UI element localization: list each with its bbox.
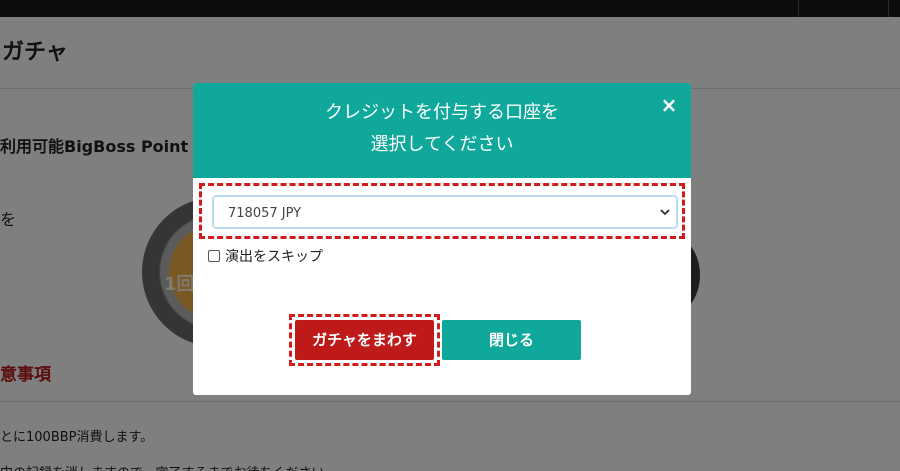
spin-gacha-button[interactable]: ガチャをまわす xyxy=(295,320,434,360)
modal-header: クレジットを付与する口座を 選択してください × xyxy=(193,83,691,178)
skip-animation-label: 演出をスキップ xyxy=(225,249,323,265)
spin-highlight: ガチャをまわす xyxy=(289,314,440,366)
modal-title: クレジットを付与する口座を 選択してください xyxy=(223,97,661,161)
skip-animation-checkbox[interactable] xyxy=(208,250,220,262)
chevron-down-icon xyxy=(660,209,670,216)
close-button[interactable]: 閉じる xyxy=(442,320,581,360)
select-highlight: 718057 JPY xyxy=(199,183,685,239)
close-icon[interactable]: × xyxy=(659,95,679,115)
account-select-value: 718057 JPY xyxy=(228,206,302,221)
modal-title-line1: クレジットを付与する口座を xyxy=(325,102,559,123)
account-select-modal: クレジットを付与する口座を 選択してください × 718057 JPY 演出をス… xyxy=(193,83,691,395)
skip-animation-row[interactable]: 演出をスキップ xyxy=(208,247,323,265)
account-select[interactable]: 718057 JPY xyxy=(212,195,678,229)
modal-title-line2: 選択してください xyxy=(370,134,514,155)
